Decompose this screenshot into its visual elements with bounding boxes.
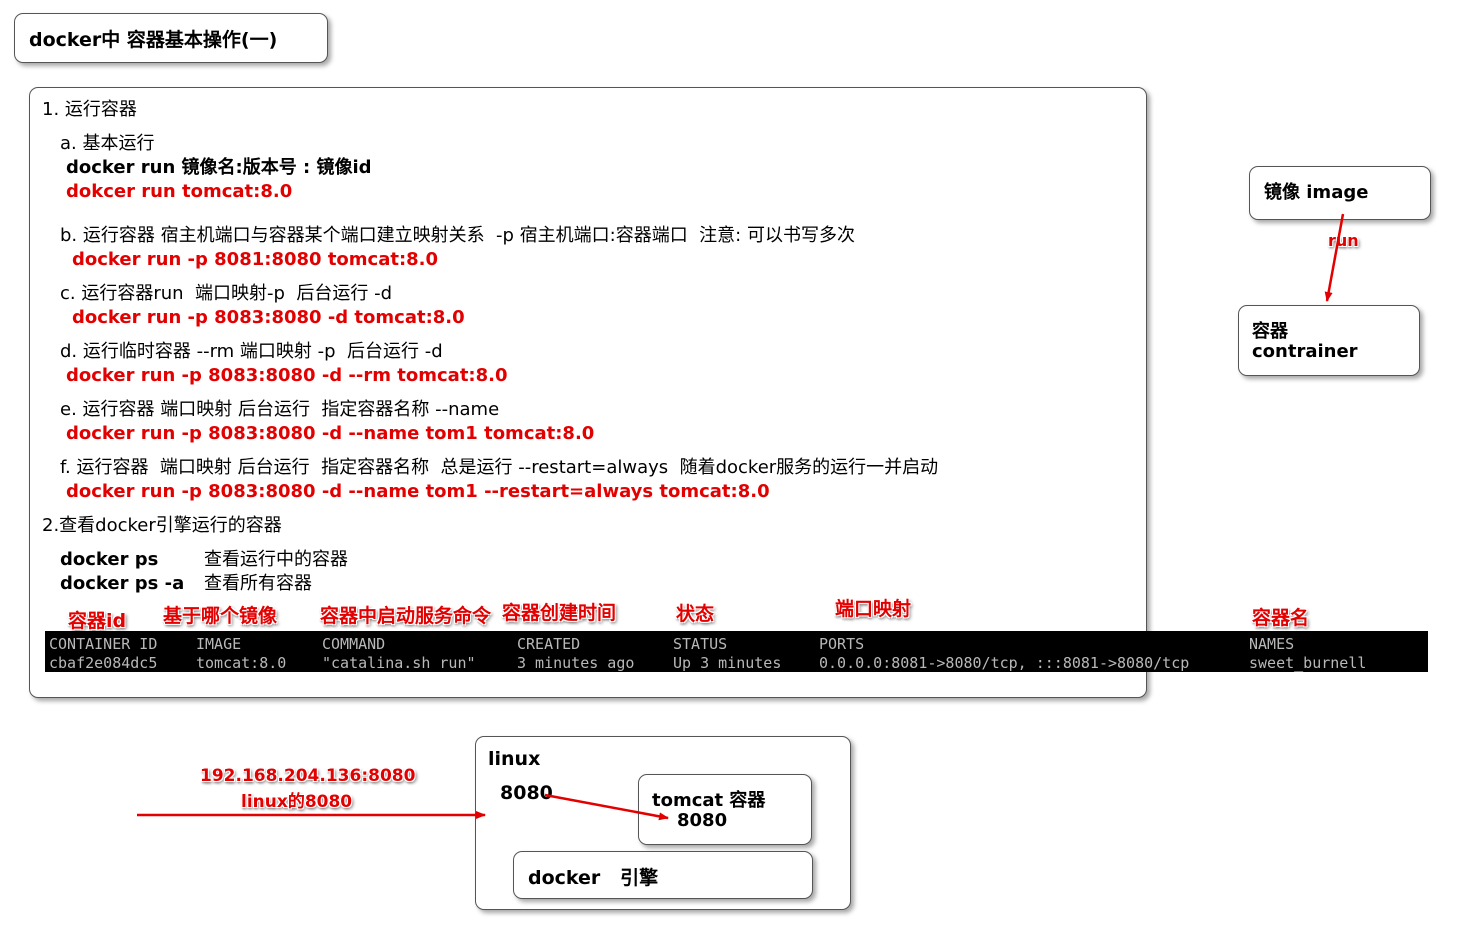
header-image: IMAGE [196,635,242,653]
page-title: docker中 容器基本操作(一) [29,29,278,51]
cell-image: tomcat:8.0 [196,654,287,672]
cell-command: "catalina.sh run" [322,654,476,672]
linux-port: 8080 [500,782,553,804]
image-label: 镜像 image [1264,182,1369,203]
item-d-heading: d. 运行临时容器 --rm 端口映射 -p 后台运行 -d [60,341,443,362]
item-b-heading: b. 运行容器 宿主机端口与容器某个端口建立映射关系 -p 宿主机端口:容器端口… [60,225,855,246]
item-e-heading: e. 运行容器 端口映射 后台运行 指定容器名称 --name [60,399,500,420]
header-ports: PORTS [819,635,865,653]
item-f-example: docker run -p 8083:8080 -d --name tom1 -… [66,481,770,502]
cell-ports: 0.0.0.0:8081->8080/tcp, :::8081->8080/tc… [819,654,1190,672]
tomcat-label: tomcat 容器 [652,790,766,811]
item-c-example: docker run -p 8083:8080 -d tomcat:8.0 [72,307,465,328]
run-label: run [1328,231,1359,250]
cell-status: Up 3 minutes [673,654,782,672]
container-box: 容器 contrainer [1238,305,1420,376]
item-a-heading: a. 基本运行 [60,133,155,154]
run-arrow [1324,213,1345,302]
ps-a-command: docker ps -a [60,573,185,594]
section-1-heading: 1. 运行容器 [42,99,137,120]
header-created: CREATED [517,635,581,653]
header-names: NAMES [1249,635,1295,653]
cell-container-id: cbaf2e084dc5 [49,654,158,672]
ps-description: 查看运行中的容器 [204,549,348,570]
header-container-id: CONTAINER ID [49,635,158,653]
ps-command: docker ps [60,549,159,570]
annotation-created: 容器创建时间 [502,602,617,624]
item-a-example: dokcer run tomcat:8.0 [66,181,293,202]
header-status: STATUS [673,635,728,653]
annotation-status: 状态 [676,603,715,625]
title-box: docker中 容器基本操作(一) [14,13,328,63]
host-port-label: linux的8080 [241,792,353,812]
linux-label: linux [488,748,541,770]
docker-engine-box: docker 引擎 [513,851,813,899]
item-a-syntax: docker run 镜像名:版本号 : 镜像id [66,157,372,178]
tomcat-port: 8080 [677,810,728,831]
item-e-example: docker run -p 8083:8080 -d --name tom1 t… [66,423,595,444]
tomcat-container-box: tomcat 容器 8080 [638,774,812,845]
cell-created: 3 minutes ago [517,654,635,672]
annotation-image: 基于哪个镜像 [163,605,278,627]
container-label-cn: 容器 [1252,321,1288,342]
item-f-heading: f. 运行容器 端口映射 后台运行 指定容器名称 总是运行 --restart=… [60,457,939,478]
cell-names: sweet_burnell [1249,654,1367,672]
host-ip-label: 192.168.204.136:8080 [200,766,416,786]
header-command: COMMAND [322,635,386,653]
terminal-output: CONTAINER ID IMAGE COMMAND CREATED STATU… [45,631,1428,672]
item-c-heading: c. 运行容器run 端口映射-p 后台运行 -d [60,283,393,304]
annotation-container-id: 容器id [68,610,127,632]
ps-a-description: 查看所有容器 [204,573,312,594]
container-label-en: contrainer [1252,341,1358,362]
annotation-ports: 端口映射 [835,598,912,620]
annotation-command: 容器中启动服务命令 [320,605,492,627]
image-box: 镜像 image [1249,166,1431,220]
item-b-example: docker run -p 8081:8080 tomcat:8.0 [72,249,439,270]
docker-engine-label: docker 引擎 [528,867,659,889]
section-2-heading: 2.查看docker引擎运行的容器 [42,515,282,536]
item-d-example: docker run -p 8083:8080 -d --rm tomcat:8… [66,365,508,386]
annotation-names: 容器名 [1252,607,1310,629]
